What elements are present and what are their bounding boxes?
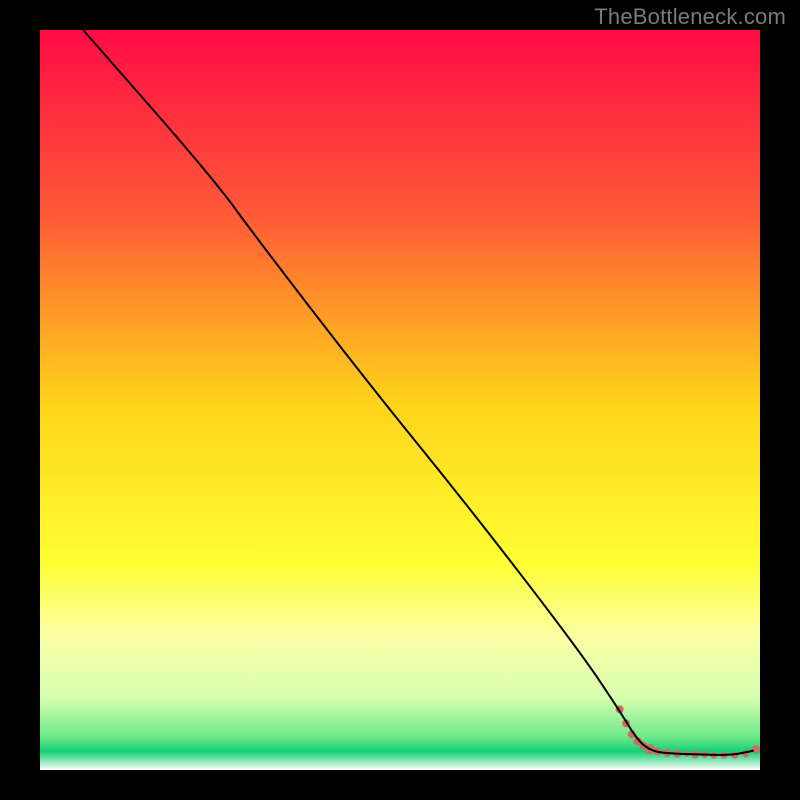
watermark-text: TheBottleneck.com [594,4,786,30]
scatter-point [752,745,760,753]
chart-plot-area [40,30,760,770]
chart-frame: TheBottleneck.com [0,0,800,800]
chart-svg [40,30,760,770]
chart-background [40,30,760,770]
